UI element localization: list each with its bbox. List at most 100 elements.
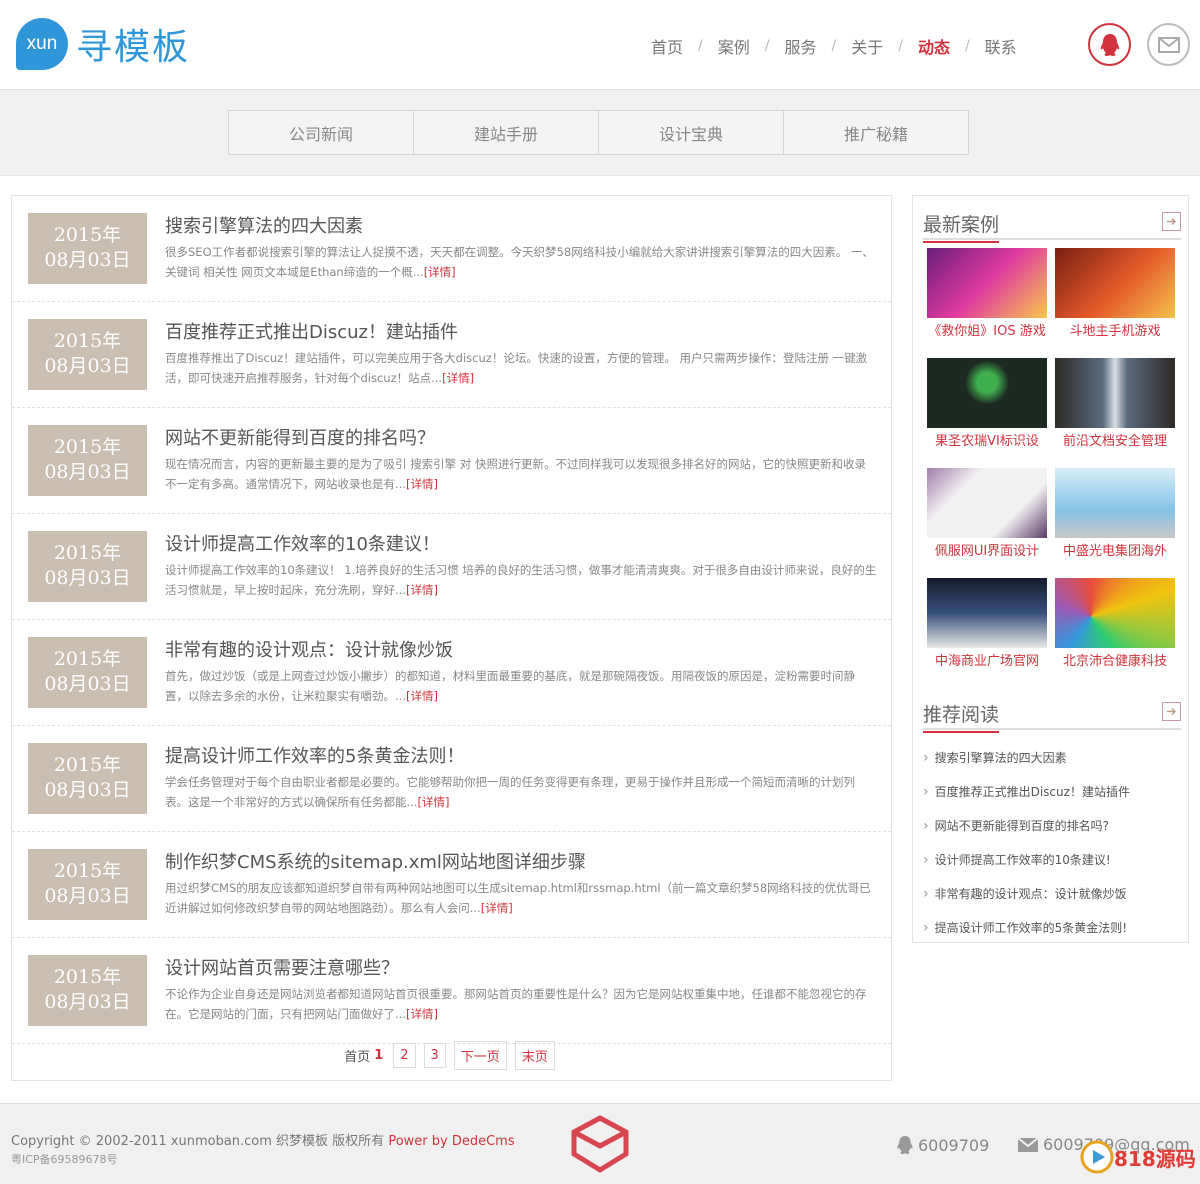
list-item: 2015年 08月03日 非常有趣的设计观点：设计就像炒饭 首先，做过炒饭（或是上… — [12, 620, 891, 726]
summary-text: 现在情况而言，内容的更新最主要的是为了吸引 搜索引擎 对 快照进行更新。不过同样… — [165, 457, 866, 491]
date-badge: 2015年 08月03日 — [28, 849, 147, 920]
case-thumbnail — [1055, 358, 1175, 428]
date-year: 2015年 — [53, 224, 122, 246]
article-title[interactable]: 百度推荐正式推出Discuz！建站插件 — [165, 318, 458, 344]
nav-item-cases[interactable]: 案例 — [707, 34, 761, 58]
nav-separator: / — [698, 38, 703, 54]
case-item[interactable]: 北京沛合健康科技 — [1055, 578, 1175, 669]
nav-separator: / — [898, 38, 903, 54]
summary-text: 用过织梦CMS的朋友应该都知道织梦自带有两种网站地图可以生成sitemap.ht… — [165, 881, 871, 915]
powered-by-link[interactable]: Power by DedeCms — [388, 1134, 514, 1149]
article-title[interactable]: 提高设计师工作效率的5条黄金法则！ — [165, 742, 464, 768]
case-item[interactable]: 《救你姐》IOS 游戏 — [927, 248, 1047, 339]
tab-company-news[interactable]: 公司新闻 — [228, 110, 414, 155]
pager-page-3[interactable]: 3 — [423, 1043, 446, 1068]
mail-icon — [1017, 1136, 1039, 1152]
date-day: 08月03日 — [44, 567, 131, 589]
read-more-link[interactable]: [详情] — [442, 371, 474, 385]
article-title[interactable]: 网站不更新能得到百度的排名吗？ — [165, 424, 435, 450]
copyright-text: Copyright © 2002-2011 xunmoban.com 织梦模板 … — [11, 1130, 515, 1149]
read-more-link[interactable]: [详情] — [406, 689, 438, 703]
more-arrow-icon[interactable] — [1162, 702, 1181, 721]
case-item[interactable]: 前沿文档安全管理 — [1055, 358, 1175, 449]
case-label: 中海商业广场官网 — [934, 654, 1039, 669]
date-year: 2015年 — [53, 966, 122, 988]
article-title[interactable]: 搜索引擎算法的四大因素 — [165, 212, 363, 238]
recommended-link[interactable]: 搜索引擎算法的四大因素 — [923, 741, 1181, 775]
latest-cases-header: 最新案例 — [923, 206, 1181, 243]
tab-design-guide[interactable]: 设计宝典 — [598, 110, 784, 155]
recommended-link[interactable]: 百度推荐正式推出Discuz！建站插件 — [923, 775, 1181, 809]
latest-cases-title: 最新案例 — [923, 210, 1000, 243]
date-badge: 2015年 08月03日 — [28, 743, 147, 814]
date-year: 2015年 — [53, 330, 122, 352]
qq-button[interactable] — [1088, 23, 1131, 66]
read-more-link[interactable]: [详情] — [406, 477, 438, 491]
case-label: 佩服网UI界面设计 — [934, 544, 1040, 559]
qq-penguin-icon — [897, 1136, 913, 1154]
date-badge: 2015年 08月03日 — [28, 213, 147, 284]
summary-text: 百度推荐推出了Discuz！建站插件，可以完美应用于各大discuz！论坛。快速… — [165, 351, 868, 385]
recommended-link[interactable]: 网站不更新能得到百度的排名吗? — [923, 809, 1181, 843]
case-thumbnail — [1055, 468, 1175, 538]
footer-logo-icon — [568, 1114, 632, 1178]
article-summary: 现在情况而言，内容的更新最主要的是为了吸引 搜索引擎 对 快照进行更新。不过同样… — [165, 454, 877, 494]
article-summary: 用过织梦CMS的朋友应该都知道织梦自带有两种网站地图可以生成sitemap.ht… — [165, 878, 877, 918]
read-more-link[interactable]: [详情] — [417, 795, 449, 809]
pager-first[interactable]: 首页 — [344, 1046, 370, 1065]
case-item[interactable]: 佩服网UI界面设计 — [927, 468, 1047, 559]
nav-separator: / — [764, 38, 770, 54]
tab-site-manual[interactable]: 建站手册 — [413, 110, 599, 155]
date-day: 08月03日 — [44, 779, 131, 801]
read-more-link[interactable]: [详情] — [406, 1007, 438, 1021]
article-title[interactable]: 制作织梦CMS系统的sitemap.xml网站地图详细步骤 — [165, 848, 586, 874]
recommended-title: 推荐阅读 — [923, 700, 1000, 733]
case-item[interactable]: 中海商业广场官网 — [927, 578, 1047, 669]
nav-item-home[interactable]: 首页 — [640, 34, 694, 58]
case-thumbnail — [927, 248, 1047, 318]
mail-icon — [1157, 36, 1180, 53]
date-badge: 2015年 08月03日 — [28, 319, 147, 390]
date-day: 08月03日 — [44, 991, 131, 1013]
nav-separator: / — [964, 38, 970, 54]
recommended-link[interactable]: 非常有趣的设计观点：设计就像炒饭 — [923, 877, 1181, 911]
mail-button[interactable] — [1147, 23, 1190, 66]
article-title[interactable]: 设计师提高工作效率的10条建议！ — [165, 530, 440, 556]
article-title[interactable]: 非常有趣的设计观点：设计就像炒饭 — [165, 636, 453, 662]
recommended-link[interactable]: 提高设计师工作效率的5条黄金法则! — [923, 911, 1181, 945]
logo-badge: xun — [16, 18, 68, 70]
nav-item-news[interactable]: 动态 — [907, 34, 961, 58]
case-item[interactable]: 斗地主手机游戏 — [1055, 248, 1175, 339]
summary-text: 设计师提高工作效率的10条建议！ 1.培养良好的生活习惯 培养的良好的生活习惯，… — [165, 563, 877, 597]
article-title[interactable]: 设计网站首页需要注意哪些？ — [165, 954, 399, 980]
date-badge: 2015年 08月03日 — [28, 955, 147, 1026]
read-more-link[interactable]: [详情] — [406, 583, 438, 597]
article-summary: 设计师提高工作效率的10条建议！ 1.培养良好的生活习惯 培养的良好的生活习惯，… — [165, 560, 877, 600]
list-item: 2015年 08月03日 搜索引擎算法的四大因素 很多SEO工作者都说搜索引擎的算… — [12, 196, 891, 302]
pager-next[interactable]: 下一页 — [453, 1041, 507, 1070]
recommended-header: 推荐阅读 — [923, 696, 1181, 733]
nav-item-contact[interactable]: 联系 — [974, 34, 1028, 58]
read-more-link[interactable]: [详情] — [481, 901, 513, 915]
date-day: 08月03日 — [44, 461, 131, 483]
recommended-link[interactable]: 设计师提高工作效率的10条建议! — [923, 843, 1181, 877]
summary-text: 很多SEO工作者都说搜索引擎的算法让人捉摸不透，天天都在调整。今天织梦58网络科… — [165, 245, 874, 279]
list-item: 2015年 08月03日 制作织梦CMS系统的sitemap.xml网站地图详细步… — [12, 832, 891, 938]
tab-promotion-tips[interactable]: 推广秘籍 — [783, 110, 969, 155]
date-year: 2015年 — [53, 542, 122, 564]
read-more-link[interactable]: [详情] — [424, 265, 456, 279]
sidebar: 最新案例 《救你姐》IOS 游戏 斗地主手机游戏 果圣农瑞VI标识设 前沿文档安… — [912, 195, 1189, 943]
more-arrow-icon[interactable] — [1162, 212, 1181, 231]
pager-last[interactable]: 末页 — [514, 1041, 555, 1070]
date-day: 08月03日 — [44, 355, 131, 377]
nav-item-about[interactable]: 关于 — [840, 34, 894, 58]
pager-page-2[interactable]: 2 — [393, 1043, 416, 1068]
footer-qq: 6009709 — [896, 1135, 989, 1155]
case-item[interactable]: 中盛光电集团海外 — [1055, 468, 1175, 559]
nav-item-services[interactable]: 服务 — [773, 34, 827, 58]
summary-text: 不论作为企业自身还是网站浏览者都知道网站首页很重要。那网站首页的重要性是什么？因… — [165, 987, 867, 1021]
site-logo[interactable]: xun 寻模板 — [16, 18, 190, 70]
case-item[interactable]: 果圣农瑞VI标识设 — [927, 358, 1047, 449]
logo-text: 寻模板 — [76, 27, 191, 68]
qq-penguin-icon — [1100, 33, 1119, 56]
